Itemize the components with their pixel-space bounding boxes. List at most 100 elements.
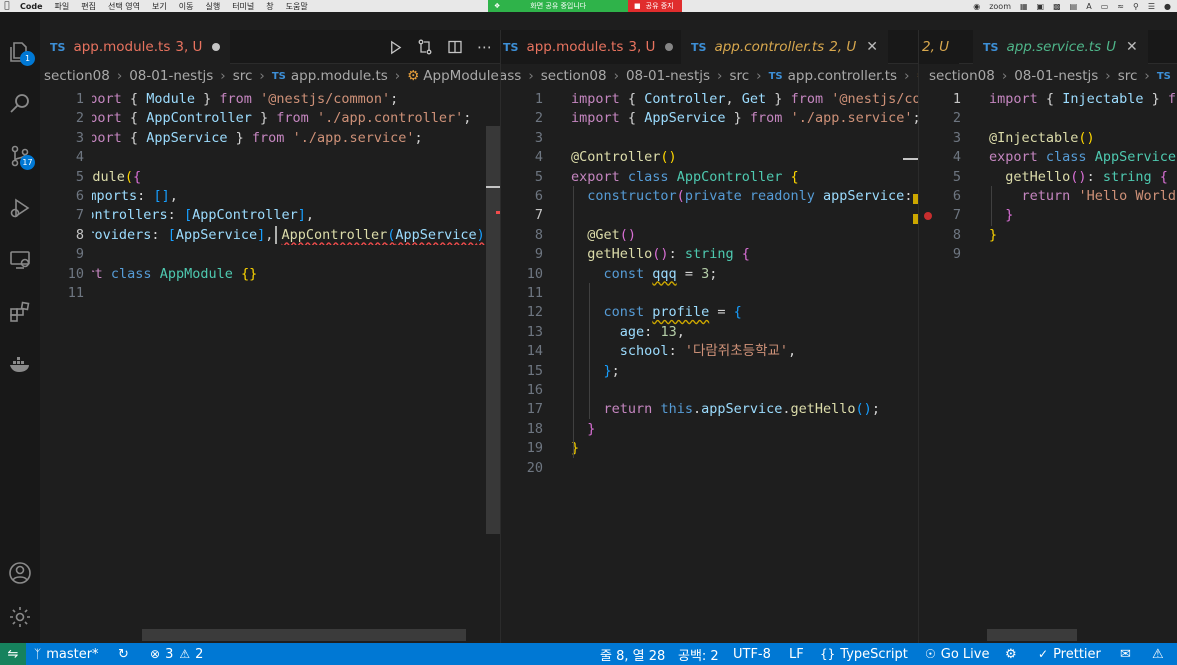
tray-icon[interactable]: ▦ — [1020, 2, 1028, 11]
menu-edit[interactable]: 편집 — [75, 1, 102, 12]
code-line: 10 const qqq = 3; — [501, 265, 918, 284]
battery-icon[interactable]: ▭ — [1101, 2, 1109, 11]
menu-app-code[interactable]: Code — [14, 2, 49, 11]
menu-file[interactable]: 파일 — [49, 1, 76, 12]
breadcrumb-item[interactable]: src — [729, 68, 749, 84]
notifications-button[interactable]: ⚠ — [1152, 643, 1164, 665]
extensions-button[interactable] — [0, 292, 40, 332]
breadcrumb-file[interactable]: app.controller.ts — [788, 68, 897, 84]
breadcrumb-item[interactable]: 08-01-nestjs — [129, 68, 213, 84]
code-line: 4 export class AppService { — [919, 148, 1177, 167]
breadcrumb-item[interactable]: 08-01-nestjs — [1014, 68, 1098, 84]
live-share-button[interactable]: ⚙ — [1005, 643, 1017, 665]
breadcrumb-item[interactable]: src — [233, 68, 253, 84]
language-mode[interactable]: {} TypeScript — [820, 643, 908, 665]
breadcrumb-item[interactable]: section08 — [44, 68, 110, 84]
breadcrumb-item[interactable]: section08 — [929, 68, 995, 84]
remote-explorer-button[interactable] — [0, 240, 40, 280]
cursor-position[interactable]: 줄 8, 열 28 — [600, 643, 665, 665]
source-control-button[interactable]: 17 — [0, 136, 40, 176]
close-icon[interactable]: ✕ — [866, 39, 878, 55]
tab-app-controller[interactable]: 2, U — [919, 30, 960, 64]
run-icon[interactable] — [388, 40, 403, 55]
close-icon[interactable]: ✕ — [1126, 39, 1138, 55]
run-debug-button[interactable] — [0, 188, 40, 228]
more-actions-icon[interactable]: ⋯ — [477, 38, 492, 56]
problems-indicator[interactable]: ⊗ 3 ⚠ 2 — [150, 643, 203, 665]
feedback-button[interactable]: ✉ — [1120, 643, 1131, 665]
breadcrumb-symbol[interactable]: AppModule — [423, 68, 498, 84]
tab-filename: app.module.ts — [526, 39, 624, 55]
branch-indicator[interactable]: ᛉ master* — [34, 643, 99, 665]
unsaved-dot-icon[interactable] — [212, 43, 221, 51]
end-of-line[interactable]: LF — [789, 643, 804, 665]
menu-run[interactable]: 실행 — [199, 1, 226, 12]
tray-icon[interactable]: ● — [1164, 2, 1171, 11]
editor-group-2: TS app.module.ts 3, U TS app.controller.… — [501, 30, 918, 643]
menu-selection[interactable]: 선택 영역 — [102, 1, 146, 12]
tab-app-module[interactable]: TS app.module.ts 3, U — [40, 30, 231, 64]
go-live-button[interactable]: ☉ Go Live — [925, 643, 989, 665]
code-editor[interactable]: 1 import { Injectable } from 2 3 @Injectab… — [919, 88, 1177, 643]
editor-group-1: TS app.module.ts 3, U ⋯ section08 › 08-0… — [40, 30, 500, 643]
code-line: 5 getHello(): string { — [919, 168, 1177, 187]
menu-terminal[interactable]: 터미널 — [226, 1, 260, 12]
horizontal-scrollbar[interactable] — [987, 629, 1077, 641]
prettier-button[interactable]: ✓ Prettier — [1038, 643, 1101, 665]
line-number: 2 — [534, 110, 543, 127]
breadcrumb-item[interactable]: section08 — [541, 68, 607, 84]
breakpoint-icon[interactable] — [924, 212, 932, 220]
code-editor[interactable]: 1 import { Module } from '@nestjs/common'… — [40, 88, 500, 643]
manage-button[interactable] — [0, 597, 40, 637]
tab-app-controller[interactable]: TS app.controller.ts 2, U ✕ — [681, 30, 889, 64]
code-line: 3 import { AppService } from './app.servi… — [40, 129, 500, 148]
typescript-icon: TS — [271, 70, 286, 82]
split-editor-icon[interactable] — [447, 39, 463, 55]
breadcrumb-item[interactable]: src — [1118, 68, 1138, 84]
apple-icon[interactable]:  — [0, 1, 14, 11]
unsaved-dot-icon[interactable] — [665, 43, 674, 51]
tray-icon[interactable]: ▣ — [1037, 2, 1045, 11]
search-icon[interactable]: ⚲ — [1133, 2, 1139, 11]
horizontal-scrollbar[interactable] — [142, 629, 466, 641]
control-center-icon[interactable]: ☰ — [1148, 2, 1155, 11]
error-count: 3 — [165, 646, 174, 662]
code-text: export class AppModule {} — [92, 265, 258, 282]
accounts-button[interactable] — [0, 553, 40, 593]
zoom-label[interactable]: zoom — [989, 2, 1011, 11]
code-line: 4 — [40, 148, 500, 167]
breadcrumb-item[interactable]: 08-01-nestjs — [626, 68, 710, 84]
menu-window[interactable]: 창 — [260, 1, 279, 12]
sync-button[interactable]: ↻ — [118, 643, 129, 665]
breadcrumb-file[interactable]: app.module.ts — [291, 68, 388, 84]
menu-go[interactable]: 이동 — [173, 1, 200, 12]
breadcrumb-item[interactable]: ass — [501, 68, 521, 84]
line-number: 3 — [534, 129, 543, 146]
menu-view[interactable]: 보기 — [146, 1, 173, 12]
indentation[interactable]: 공백: 2 — [678, 643, 719, 665]
tab-app-module[interactable]: TS app.module.ts 3, U — [501, 30, 684, 64]
wifi-icon[interactable]: ≈ — [1117, 2, 1124, 11]
tab-app-service[interactable]: TS app.service.ts U ✕ — [973, 30, 1148, 64]
code-editor[interactable]: 1 import { Controller, Get } from '@nestj… — [501, 88, 918, 643]
code-line: 7 — [501, 206, 918, 225]
compare-changes-icon[interactable] — [417, 39, 433, 55]
tray-icon[interactable]: ▤ — [1070, 2, 1078, 11]
docker-button[interactable] — [0, 344, 40, 384]
tab-problems-state: 2, U — [922, 39, 950, 55]
encoding[interactable]: UTF-8 — [733, 643, 771, 665]
input-source-icon[interactable]: A — [1086, 2, 1091, 11]
tray-icon[interactable]: ▩ — [1053, 2, 1061, 11]
remote-indicator[interactable]: ⇋ — [0, 643, 26, 665]
chevron-right-icon: › — [1144, 68, 1150, 84]
indent-guide — [573, 186, 574, 458]
explorer-button[interactable]: 1 — [0, 32, 40, 72]
code-line: 6 return 'Hello World! — [919, 187, 1177, 206]
code-text: } — [587, 420, 596, 437]
menu-help[interactable]: 도움말 — [280, 1, 314, 12]
code-line: 1 import { Controller, Get } from '@nestj… — [501, 90, 918, 109]
search-view-button[interactable] — [0, 84, 40, 124]
zoom-icon[interactable]: ◉ — [973, 2, 980, 11]
code-line: 8} — [919, 226, 1177, 245]
stop-share-button[interactable]: ■ 공유 중지 — [628, 0, 682, 12]
